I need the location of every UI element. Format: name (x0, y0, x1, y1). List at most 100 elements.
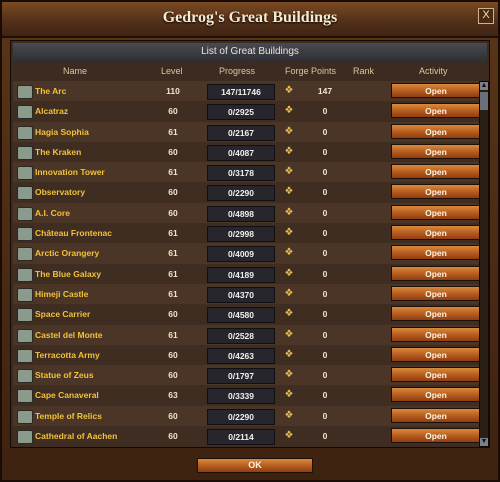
building-icon (17, 287, 33, 302)
building-icon (17, 430, 33, 445)
building-level: 61 (168, 329, 178, 340)
close-button[interactable]: X (478, 8, 494, 24)
building-progress: 0/2114 (207, 429, 275, 446)
column-name: Name (63, 66, 88, 76)
column-headers: Name Level Progress Forge Points Rank Ac… (13, 63, 487, 79)
forge-points-icon: ❖ (284, 409, 294, 421)
building-icon (17, 105, 33, 120)
column-rank: Rank (353, 66, 375, 76)
open-button[interactable]: Open (391, 204, 481, 220)
building-name: Himeji Castle (35, 288, 89, 299)
building-icon (17, 145, 33, 160)
open-button[interactable]: Open (391, 225, 481, 241)
building-icon (17, 348, 33, 363)
building-icon (17, 247, 33, 262)
scroll-down-icon[interactable]: ▼ (480, 438, 488, 446)
scroll-thumb[interactable] (480, 92, 488, 110)
forge-points-value: 0 (322, 248, 328, 259)
building-level: 60 (168, 309, 178, 320)
forge-points-icon: ❖ (284, 267, 294, 279)
building-name: Terracotta Army (35, 349, 100, 360)
table-row: Alcatraz 60 0/2925 ❖ 0 Open (13, 101, 481, 122)
table-row: A.I. Core 60 0/4898 ❖ 0 Open (13, 202, 481, 224)
great-buildings-panel: List of Great Buildings Name Level Progr… (10, 40, 490, 448)
open-button[interactable]: Open (391, 346, 481, 362)
building-name: Alcatraz (35, 106, 69, 117)
forge-points-value: 0 (322, 329, 328, 340)
open-button[interactable]: Open (391, 367, 481, 383)
column-forge-points: Forge Points (285, 66, 337, 76)
forge-points-icon: ❖ (284, 85, 294, 96)
building-icon (17, 206, 33, 221)
building-icon (17, 227, 33, 242)
building-level: 61 (168, 248, 178, 259)
open-button[interactable]: Open (391, 387, 481, 403)
table-row: Space Carrier 60 0/4580 ❖ 0 Open (13, 304, 481, 325)
building-name: Cape Canaveral (35, 390, 99, 401)
building-level: 61 (168, 167, 178, 178)
building-progress: 0/3339 (207, 388, 275, 405)
great-buildings-list: The Arc 110 147/11746 ❖ 147 Open Alcatraz 60 0/2… (13, 81, 481, 447)
scrollbar[interactable]: ▲ ▼ (479, 81, 489, 447)
building-name: The Arc (35, 86, 67, 96)
building-name: Space Carrier (35, 309, 91, 320)
ok-button[interactable]: OK (197, 458, 313, 473)
forge-points-value: 0 (322, 187, 328, 198)
table-row: The Arc 110 147/11746 ❖ 147 Open (13, 81, 481, 102)
building-level: 61 (168, 228, 178, 239)
building-progress: 0/1797 (207, 368, 275, 385)
table-row: Hagia Sophia 61 0/2167 ❖ 0 Open (13, 121, 481, 142)
building-progress: 0/2290 (207, 408, 275, 425)
table-row: Himeji Castle 61 0/4370 ❖ 0 Open (13, 283, 481, 305)
open-button[interactable]: Open (391, 164, 481, 180)
building-icon (17, 166, 33, 181)
open-button[interactable]: Open (391, 103, 481, 119)
forge-points-icon: ❖ (284, 247, 294, 259)
building-icon (17, 328, 33, 343)
scroll-up-icon[interactable]: ▲ (480, 82, 488, 90)
open-button[interactable]: Open (391, 184, 481, 200)
title-bar: Gedrog's Great Buildings X (2, 2, 498, 38)
open-button[interactable]: Open (391, 285, 481, 301)
building-progress: 0/4189 (207, 266, 275, 283)
open-button[interactable]: Open (391, 83, 481, 98)
building-level: 60 (168, 106, 178, 117)
open-button[interactable]: Open (391, 245, 481, 261)
table-row: The Blue Galaxy 61 0/4189 ❖ 0 Open (13, 263, 481, 284)
building-progress: 0/2528 (207, 327, 275, 344)
building-name: Castel del Monte (35, 329, 103, 340)
building-name: Château Frontenac (35, 228, 112, 239)
open-button[interactable]: Open (391, 407, 481, 423)
forge-points-icon: ❖ (284, 430, 294, 442)
building-level: 60 (168, 146, 178, 157)
column-activity: Activity (419, 66, 448, 76)
building-level: 63 (168, 390, 178, 401)
open-button[interactable]: Open (391, 306, 481, 322)
forge-points-value: 0 (322, 126, 328, 137)
open-button[interactable]: Open (391, 428, 481, 444)
forge-points-icon: ❖ (284, 125, 294, 137)
building-level: 60 (168, 187, 178, 198)
building-level: 61 (168, 288, 178, 299)
forge-points-icon: ❖ (284, 369, 294, 381)
forge-points-value: 0 (322, 167, 328, 178)
building-progress: 0/2925 (207, 104, 275, 121)
open-button[interactable]: Open (391, 326, 481, 342)
forge-points-value: 0 (322, 268, 328, 279)
building-name: Hagia Sophia (35, 126, 89, 137)
forge-points-icon: ❖ (284, 287, 294, 299)
building-level: 60 (168, 207, 178, 218)
table-row: Statue of Zeus 60 0/1797 ❖ 0 Open (13, 365, 481, 386)
forge-points-icon: ❖ (284, 328, 294, 340)
forge-points-value: 0 (322, 370, 328, 381)
open-button[interactable]: Open (391, 143, 481, 159)
building-name: The Kraken (35, 146, 82, 157)
column-progress: Progress (219, 66, 256, 76)
building-name: Arctic Orangery (35, 248, 100, 259)
open-button[interactable]: Open (391, 123, 481, 139)
forge-points-value: 0 (322, 207, 328, 218)
forge-points-icon: ❖ (284, 348, 294, 360)
building-name: Innovation Tower (35, 167, 105, 178)
building-icon (17, 409, 33, 424)
open-button[interactable]: Open (391, 265, 481, 281)
